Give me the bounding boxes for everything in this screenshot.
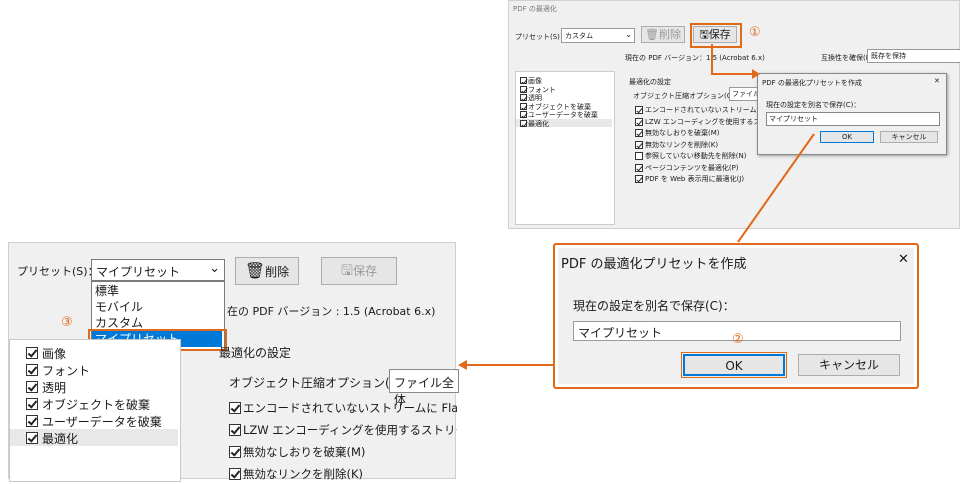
- large-dialog-frame: PDF の最適化プリセットを作成 ✕ 現在の設定を別名で保存(C)： マイプリセ…: [553, 243, 919, 389]
- small-preset-value: カスタム: [565, 32, 593, 40]
- big-sidebar-label: フォント: [42, 364, 91, 378]
- big-option-checkbox[interactable]: [229, 446, 241, 458]
- big-sidebar-checkbox[interactable]: [26, 415, 38, 427]
- chevron-down-icon: ⌄: [625, 30, 632, 39]
- small-option-checkbox[interactable]: [635, 152, 643, 160]
- disk-icon: 🖫: [341, 263, 353, 279]
- big-compression-select[interactable]: ファイル全体: [389, 369, 459, 407]
- small-dialog-ok[interactable]: OK: [820, 131, 874, 143]
- dialog-ok-button[interactable]: OK: [681, 352, 787, 378]
- small-option-label: ページコンテンツを最適化(P): [645, 163, 739, 172]
- small-option-checkbox[interactable]: [635, 140, 643, 149]
- small-sidebar-item[interactable]: オブジェクトを破棄: [516, 102, 612, 111]
- big-preset-label: プリセット(S)：: [17, 265, 99, 278]
- big-sidebar-checkbox[interactable]: [26, 364, 38, 376]
- small-option-checkbox[interactable]: [635, 106, 643, 114]
- small-sidebar-checkbox[interactable]: [520, 119, 527, 127]
- big-option-row[interactable]: 無効なリンクを削除(K): [227, 464, 457, 484]
- small-option-label: 無効なしおりを破棄(M): [645, 129, 720, 137]
- dialog-title: PDF の最適化プリセットを作成: [561, 257, 747, 272]
- trash-icon: 🗑: [244, 261, 266, 280]
- small-compression-label: オブジェクト圧縮オプション(O)：: [633, 92, 742, 100]
- big-screenshot: プリセット(S)： マイプリセット ⌄ 標準モバイルカスタムマイプリセット ③ …: [8, 242, 459, 482]
- small-sidebar-item[interactable]: 透明: [516, 93, 612, 102]
- big-option-row[interactable]: 無効なしおりを破棄(M): [227, 442, 457, 462]
- small-sidebar-checkbox[interactable]: [520, 111, 527, 118]
- big-option-checkbox[interactable]: [229, 468, 241, 480]
- small-option-checkbox[interactable]: [635, 175, 643, 183]
- small-option-checkbox[interactable]: [635, 129, 643, 137]
- big-sidebar-checkbox[interactable]: [26, 381, 38, 393]
- big-save-button[interactable]: 🖫保存: [321, 257, 397, 285]
- marker-one: ①: [749, 25, 761, 40]
- small-option-checkbox[interactable]: [635, 163, 643, 172]
- big-sidebar-item[interactable]: フォント: [10, 361, 178, 378]
- arrow-dialog-to-panel: [458, 360, 553, 370]
- close-icon[interactable]: ✕: [898, 252, 909, 267]
- small-sidebar-item[interactable]: 最適化: [516, 118, 612, 128]
- small-sidebar: 画像 フォント 透明 オブジェクトを破棄 ユーザーデータを破棄 最適化: [515, 71, 615, 225]
- large-dialog: PDF の最適化プリセットを作成 ✕ 現在の設定を別名で保存(C)： マイプリセ…: [558, 248, 914, 384]
- big-sidebar: 画像フォント透明オブジェクトを破棄 ユーザーデータを破棄 最適化: [9, 339, 181, 482]
- trash-icon: 🗑: [645, 28, 659, 41]
- big-sidebar-checkbox[interactable]: [26, 398, 38, 410]
- connector-line: [737, 133, 815, 243]
- small-sidebar-item[interactable]: 画像: [516, 76, 612, 85]
- big-version-text: 在の PDF バージョン : 1.5 (Acrobat 6.x): [227, 305, 436, 318]
- big-sidebar-item[interactable]: オブジェクトを破棄: [10, 395, 178, 412]
- small-sidebar-checkbox[interactable]: [520, 94, 527, 101]
- close-icon[interactable]: ✕: [934, 77, 940, 85]
- big-sidebar-item[interactable]: 画像: [10, 344, 178, 361]
- arrow-save-to-dialog: [711, 44, 760, 79]
- big-option-checkbox[interactable]: [229, 402, 241, 414]
- big-section-title: 最適化の設定: [219, 346, 292, 360]
- small-compat-select[interactable]: 既存を保持: [867, 49, 960, 63]
- big-preset-select[interactable]: マイプリセット ⌄: [91, 259, 225, 281]
- big-option-label: エンコードされていないストリームに Flate 圧: [243, 401, 457, 415]
- marker-two: ②: [732, 332, 744, 347]
- small-section-title: 最適化の設定: [629, 78, 671, 86]
- small-sidebar-checkbox[interactable]: [520, 77, 527, 84]
- dialog-cancel-button[interactable]: キャンセル: [798, 354, 900, 376]
- big-sidebar-checkbox[interactable]: [26, 347, 38, 359]
- marker-three: ③: [61, 315, 73, 330]
- big-sidebar-label: ユーザーデータを破棄: [42, 415, 162, 429]
- big-option-label: 無効なしおりを破棄(M): [243, 445, 366, 459]
- big-option-row[interactable]: LZW エンコーディングを使用するストリーム: [227, 420, 457, 440]
- big-delete-button[interactable]: 🗑削除: [235, 257, 299, 285]
- big-option-checkbox[interactable]: [229, 424, 241, 436]
- chevron-down-icon: ⌄: [209, 261, 220, 276]
- small-sidebar-checkbox[interactable]: [520, 85, 527, 93]
- big-sidebar-checkbox[interactable]: [26, 432, 38, 444]
- small-dialog-title: PDF の最適化プリセットを作成: [762, 79, 862, 87]
- small-sidebar-label: 最適化: [528, 119, 549, 128]
- small-option-checkbox[interactable]: [635, 117, 643, 126]
- small-sidebar-item[interactable]: ユーザーデータを破棄: [516, 110, 612, 119]
- small-sidebar-item[interactable]: フォント: [516, 85, 612, 94]
- small-dialog-cancel[interactable]: キャンセル: [880, 131, 938, 143]
- big-option-label: LZW エンコーディングを使用するストリーム: [243, 423, 457, 437]
- big-compression-label: オブジェクト圧縮オプション(O)：: [229, 376, 416, 390]
- small-preset-select[interactable]: カスタム ⌄: [561, 28, 635, 43]
- big-sidebar-item[interactable]: ユーザーデータを破棄: [10, 412, 178, 429]
- big-sidebar-label: 最適化: [42, 432, 79, 446]
- small-sidebar-checkbox[interactable]: [520, 102, 527, 110]
- big-option-label: 無効なリンクを削除(K): [243, 467, 364, 481]
- small-dialog-input[interactable]: マイプリセット: [766, 112, 940, 126]
- big-sidebar-label: オブジェクトを破棄: [42, 398, 151, 412]
- big-sidebar-label: 透明: [42, 381, 67, 395]
- small-dialog-prompt: 現在の設定を別名で保存(C)：: [766, 101, 861, 109]
- dialog-prompt: 現在の設定を別名で保存(C)：: [573, 299, 735, 313]
- preset-option[interactable]: モバイル: [92, 299, 222, 315]
- big-sidebar-item[interactable]: 透明: [10, 378, 178, 395]
- small-delete-button[interactable]: 🗑削除: [641, 26, 685, 43]
- small-window-title: PDF の最適化: [513, 5, 557, 13]
- big-sidebar-label: 画像: [42, 347, 67, 361]
- big-option-row[interactable]: エンコードされていないストリームに Flate 圧: [227, 398, 457, 418]
- preset-option[interactable]: 標準: [92, 283, 222, 299]
- small-preset-label: プリセット(S)：: [515, 33, 567, 41]
- big-sidebar-item[interactable]: 最適化: [10, 429, 178, 446]
- small-option-label: 無効なリンクを削除(K): [645, 140, 719, 149]
- big-preset-value: マイプリセット: [96, 265, 181, 279]
